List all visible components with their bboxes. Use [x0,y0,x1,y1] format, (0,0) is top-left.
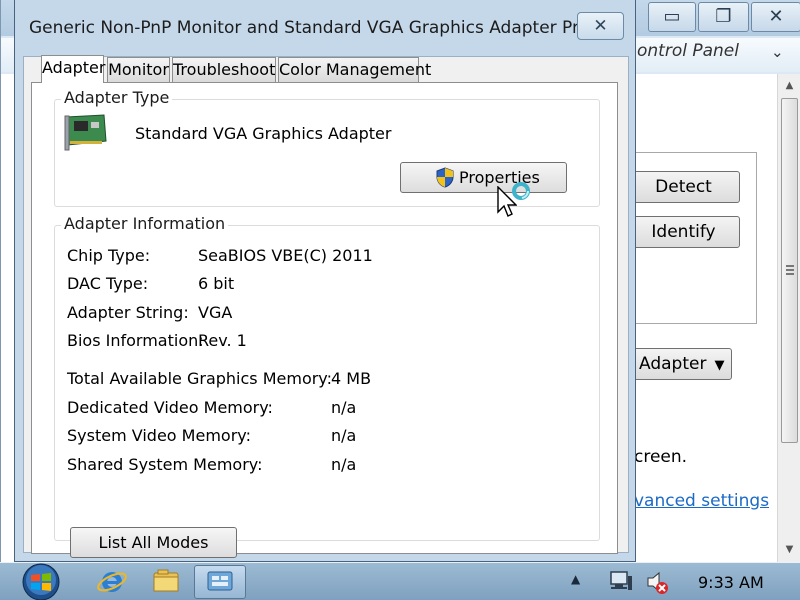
dac-type-label: DAC Type: [67,274,149,293]
scroll-down-arrow-icon[interactable]: ▼ [778,538,800,562]
close-window-button[interactable]: ✕ [751,2,800,32]
windows-explorer-icon[interactable] [140,565,192,599]
dialog-client-area: Adapter Monitor Troubleshoot Color Manag… [23,55,629,558]
scroll-up-arrow-icon[interactable]: ▲ [778,74,800,98]
system-memory-value: n/a [331,426,357,445]
screen-text: creen. [634,447,688,467]
dialog-title: Generic Non-PnP Monitor and Standard VGA… [29,18,605,38]
show-hidden-icons-icon[interactable]: ▲ [571,572,580,586]
volume-muted-icon[interactable] [645,570,671,596]
adapter-tab-panel: Adapter Type Standard VGA Graphics Adapt… [31,82,618,558]
chip-type-value: SeaBIOS VBE(C) 2011 [198,246,373,265]
dedicated-memory-label: Dedicated Video Memory: [67,398,273,417]
bios-information-value: Rev. 1 [198,331,247,350]
tab-monitor[interactable]: Monitor [107,57,170,82]
display-adapter-dropdown[interactable]: Adapter ▼ [627,348,732,380]
tab-adapter[interactable]: Adapter [41,55,105,83]
graphics-card-icon [64,114,107,151]
tab-troubleshoot[interactable]: Troubleshoot [172,57,276,82]
system-clock[interactable]: 9:33 AM [698,573,764,592]
dropdown-label: Adapter [639,354,707,374]
adapter-properties-button[interactable]: Properties [400,162,567,193]
adapter-properties-dialog: Generic Non-PnP Monitor and Standard VGA… [14,0,636,562]
chip-type-label: Chip Type: [67,246,151,265]
minimize-button[interactable]: ▭ [648,2,696,32]
dedicated-memory-value: n/a [331,398,357,417]
control-panel-taskbar-button[interactable] [194,565,246,599]
identify-button[interactable]: Identify [627,216,740,248]
internet-explorer-icon[interactable] [86,565,138,599]
vertical-scrollbar[interactable]: ▲ ▼ [777,74,800,562]
dac-type-value: 6 bit [198,274,235,293]
dialog-close-button[interactable]: ✕ [577,12,624,40]
adapter-information-heading: Adapter Information [61,214,229,233]
maximize-button[interactable]: ❐ [698,2,749,32]
tab-color-management[interactable]: Color Management [278,57,431,82]
adapter-information-group: Adapter Information Chip Type: SeaBIOS V… [54,214,600,541]
control-panel-icon [207,571,233,591]
detect-button[interactable]: Detect [627,171,740,203]
adapter-string-value: VGA [198,303,233,322]
shared-memory-label: Shared System Memory: [67,455,263,474]
start-orb-icon[interactable] [16,563,66,600]
advanced-settings-link[interactable]: vanced settings [634,491,769,511]
adapter-string-label: Adapter String: [67,303,189,322]
address-text: ontrol Panel [637,41,739,61]
mouse-cursor-icon [497,186,517,217]
shared-memory-value: n/a [331,455,357,474]
adapter-type-heading: Adapter Type [61,88,173,107]
system-memory-label: System Video Memory: [67,426,251,445]
uac-shield-icon [436,167,454,188]
total-memory-value: 4 MB [331,369,372,388]
taskbar: ▲ 9:33 AM [0,562,800,600]
adapter-name: Standard VGA Graphics Adapter [135,124,392,143]
list-all-modes-button[interactable]: List All Modes [70,527,237,558]
chevron-down-icon[interactable]: ⌄ [771,43,784,61]
dropdown-arrow-icon: ▼ [714,358,725,373]
scrollbar-thumb[interactable] [781,98,798,443]
bios-information-label: Bios Information: [67,331,204,350]
grip-icon [786,265,794,275]
total-memory-label: Total Available Graphics Memory: [67,369,332,388]
network-icon[interactable] [608,570,634,594]
